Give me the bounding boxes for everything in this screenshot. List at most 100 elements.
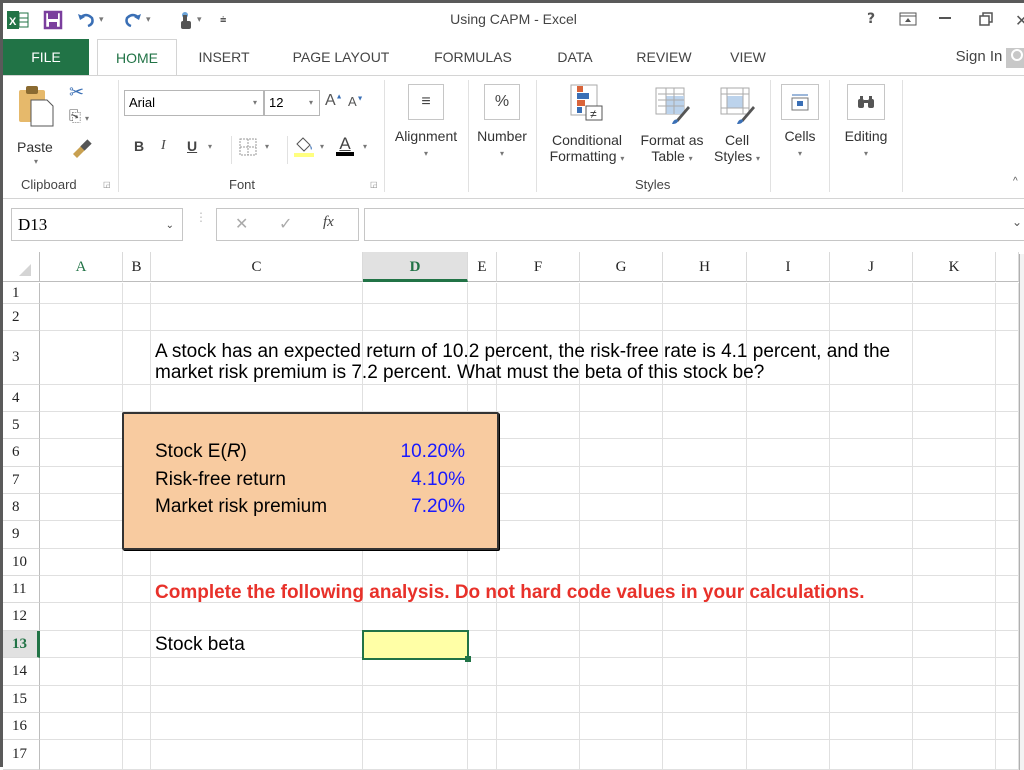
- label-risk-free[interactable]: Risk-free return: [155, 469, 286, 491]
- value-risk-free[interactable]: 4.10%: [345, 469, 465, 491]
- row-header-1[interactable]: 1: [3, 283, 40, 304]
- row-header-9[interactable]: 9: [3, 521, 40, 549]
- paste-button[interactable]: Paste ▾: [17, 84, 55, 166]
- name-box-dropdown-icon[interactable]: ⌄: [166, 210, 174, 241]
- column-header-f[interactable]: F: [497, 252, 580, 282]
- row-header-2[interactable]: 2: [3, 304, 40, 331]
- cells-button[interactable]: Cells ▾: [776, 84, 824, 162]
- formula-input[interactable]: ⌄: [364, 208, 1024, 241]
- format-as-table-label-1: Format as: [640, 132, 704, 148]
- restore-icon[interactable]: [979, 12, 993, 30]
- tab-home[interactable]: HOME: [97, 39, 177, 76]
- vertical-scrollbar[interactable]: [1019, 254, 1024, 770]
- label-market-risk-premium[interactable]: Market risk premium: [155, 496, 327, 518]
- borders-dropdown-icon[interactable]: ▾: [265, 142, 269, 151]
- bold-button[interactable]: B: [134, 138, 144, 154]
- row-header-11[interactable]: 11: [3, 576, 40, 603]
- shrink-font-button[interactable]: A▼: [348, 94, 364, 109]
- column-header-a[interactable]: A: [40, 252, 123, 282]
- value-stock-er[interactable]: 10.20%: [345, 441, 465, 463]
- column-header-h[interactable]: H: [663, 252, 747, 282]
- cut-icon[interactable]: ✂: [69, 82, 84, 103]
- row-header-10[interactable]: 10: [3, 549, 40, 576]
- conditional-formatting-label-1: Conditional: [551, 132, 623, 148]
- column-header-b[interactable]: B: [123, 252, 151, 282]
- fill-color-dropdown-icon[interactable]: ▾: [320, 142, 324, 151]
- column-header-k[interactable]: K: [913, 252, 996, 282]
- collapse-ribbon-icon[interactable]: ^: [1013, 176, 1018, 187]
- row-header-12[interactable]: 12: [3, 603, 40, 631]
- select-all-button[interactable]: [3, 252, 40, 282]
- column-header-c[interactable]: C: [151, 252, 363, 282]
- cell-styles-button[interactable]: Cell Styles ▾: [707, 84, 767, 167]
- row-header-4[interactable]: 4: [3, 385, 40, 412]
- conditional-formatting-button[interactable]: ≠ Conditional Formatting ▾: [541, 84, 633, 167]
- column-header-d[interactable]: D: [363, 252, 468, 282]
- tab-file[interactable]: FILE: [3, 39, 89, 75]
- format-painter-icon[interactable]: [71, 136, 93, 163]
- row-header-17[interactable]: 17: [3, 740, 40, 770]
- font-size-value: 12: [269, 95, 284, 110]
- question-line-2: market risk premium is 7.2 percent. What…: [155, 362, 765, 383]
- row-header-14[interactable]: 14: [3, 658, 40, 686]
- column-header-g[interactable]: G: [580, 252, 663, 282]
- row-header-3[interactable]: 3: [3, 331, 40, 385]
- instruction-text[interactable]: Complete the following analysis. Do not …: [155, 582, 864, 604]
- column-header-partial[interactable]: [996, 252, 1019, 282]
- label-stock-beta[interactable]: Stock beta: [155, 634, 245, 656]
- grow-font-button[interactable]: A▲: [325, 92, 343, 110]
- tab-insert[interactable]: INSERT: [193, 39, 255, 75]
- gridline-horizontal: [40, 630, 1019, 631]
- font-size-combo[interactable]: 12 ▾: [264, 90, 320, 116]
- sign-in-link[interactable]: Sign In: [951, 39, 1007, 75]
- row-header-16[interactable]: 16: [3, 713, 40, 740]
- expand-formula-bar-icon[interactable]: ⌄: [1012, 215, 1022, 229]
- format-as-table-button[interactable]: Format as Table ▾: [635, 84, 709, 167]
- row-header-6[interactable]: 6: [3, 439, 40, 467]
- fill-color-icon[interactable]: [293, 134, 315, 163]
- row-header-13[interactable]: 13: [3, 631, 40, 658]
- row-header-15[interactable]: 15: [3, 686, 40, 713]
- tab-page-layout[interactable]: PAGE LAYOUT: [285, 39, 397, 75]
- column-header-i[interactable]: I: [747, 252, 830, 282]
- row-header-5[interactable]: 5: [3, 412, 40, 439]
- column-header-e[interactable]: E: [468, 252, 497, 282]
- confirm-entry-icon[interactable]: ✓: [279, 214, 292, 233]
- formula-bar-resize-handle[interactable]: ⋮: [195, 211, 207, 223]
- copy-icon[interactable]: ⎘ ▾: [69, 108, 89, 125]
- italic-button[interactable]: I: [161, 138, 166, 154]
- underline-dropdown-icon[interactable]: ▾: [208, 142, 212, 151]
- name-box[interactable]: D13 ⌄: [11, 208, 183, 241]
- label-stock-er[interactable]: Stock E(R): [155, 441, 247, 463]
- editing-button[interactable]: Editing ▾: [837, 84, 895, 162]
- stock-beta-cell-d13[interactable]: [362, 630, 469, 660]
- cancel-entry-icon[interactable]: ✕: [235, 214, 248, 233]
- insert-function-icon[interactable]: fx: [323, 214, 334, 231]
- font-color-button[interactable]: A: [336, 134, 354, 156]
- help-icon[interactable]: ?: [867, 11, 875, 27]
- tab-formulas[interactable]: FORMULAS: [427, 39, 519, 75]
- font-name-combo[interactable]: Arial ▾: [124, 90, 264, 116]
- fill-handle[interactable]: [465, 656, 471, 662]
- font-color-dropdown-icon[interactable]: ▾: [363, 142, 367, 151]
- tab-view[interactable]: VIEW: [723, 39, 773, 75]
- user-avatar-icon[interactable]: [1006, 48, 1024, 68]
- borders-icon[interactable]: [239, 138, 257, 161]
- alignment-button[interactable]: ≡ Alignment ▾: [388, 84, 464, 162]
- ribbon-display-options-icon[interactable]: [899, 12, 917, 30]
- clipboard-group-label: Clipboard: [21, 177, 77, 192]
- tab-review[interactable]: REVIEW: [629, 39, 699, 75]
- font-launcher-icon[interactable]: ◲: [370, 180, 378, 189]
- value-market-risk-premium[interactable]: 7.20%: [345, 496, 465, 518]
- clipboard-launcher-icon[interactable]: ◲: [103, 180, 111, 189]
- tab-data[interactable]: DATA: [549, 39, 601, 75]
- number-button[interactable]: % Number ▾: [471, 84, 533, 162]
- minimize-icon[interactable]: [939, 17, 951, 19]
- close-icon[interactable]: ✕: [1015, 11, 1024, 30]
- row-header-7[interactable]: 7: [3, 467, 40, 494]
- title-bar: X ▾ ▾ ▾ ⩧ Using CAPM - Excel ? ✕: [3, 3, 1024, 39]
- underline-button[interactable]: U: [187, 138, 197, 154]
- row-header-8[interactable]: 8: [3, 494, 40, 521]
- question-cell-c3[interactable]: A stock has an expected return of 10.2 p…: [155, 341, 890, 383]
- column-header-j[interactable]: J: [830, 252, 913, 282]
